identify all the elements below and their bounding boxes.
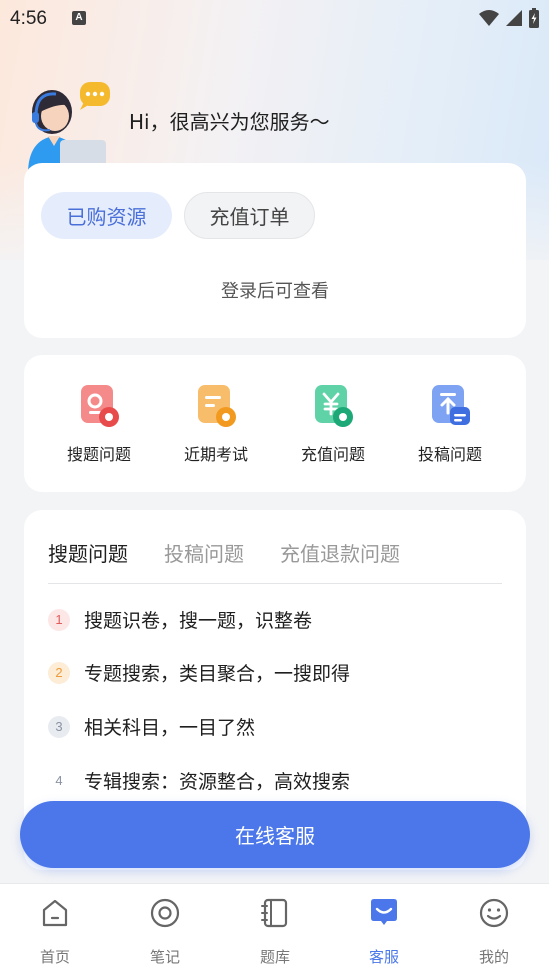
status-time: 4:56 bbox=[10, 8, 47, 29]
tab-submission-question[interactable]: 投稿问题 bbox=[164, 538, 244, 567]
faq-text: 专辑搜索：资源整合，高效搜索 bbox=[84, 771, 351, 793]
quick-label: 投稿问题 bbox=[417, 445, 482, 464]
nav-item-notes[interactable]: 笔记 bbox=[110, 896, 220, 967]
signal-icon bbox=[506, 10, 522, 26]
faq-rank-badge: 2 bbox=[48, 661, 70, 684]
nav-item-question-bank[interactable]: 题库 bbox=[220, 896, 330, 967]
tabs-divider bbox=[48, 583, 502, 584]
quick-search-question[interactable]: 搜题问题 bbox=[44, 385, 154, 465]
tab-purchased-resources[interactable]: 已购资源 bbox=[41, 192, 172, 239]
quick-actions-card: 搜题问题 近期考试 充值问题 投稿问题 bbox=[24, 355, 526, 492]
quick-recent-exams[interactable]: 近期考试 bbox=[161, 385, 271, 465]
nav-item-customer-service[interactable]: 客服 bbox=[329, 896, 439, 967]
faq-item[interactable]: 4 专辑搜索：资源整合，高效搜索 bbox=[48, 767, 350, 794]
quick-label: 搜题问题 bbox=[66, 445, 131, 464]
nav-label: 首页 bbox=[39, 948, 70, 966]
faq-item[interactable]: 3 相关科目，一目了然 bbox=[48, 713, 255, 740]
faq-text: 相关科目，一目了然 bbox=[84, 717, 256, 739]
login-hint: 登录后可查看 bbox=[221, 281, 329, 302]
nav-label: 客服 bbox=[368, 948, 399, 966]
faq-text: 专题搜索，类目聚合，一搜即得 bbox=[84, 663, 351, 685]
faq-rank-badge: 3 bbox=[48, 715, 70, 738]
nav-item-home[interactable]: 首页 bbox=[0, 896, 110, 967]
quick-submission[interactable]: 投稿问题 bbox=[395, 385, 505, 465]
nav-label: 题库 bbox=[259, 948, 290, 966]
yuan-recharge-icon bbox=[311, 385, 355, 429]
quick-label: 充值问题 bbox=[300, 445, 365, 464]
faq-item[interactable]: 2 专题搜索，类目聚合，一搜即得 bbox=[48, 659, 350, 686]
question-bank-icon bbox=[261, 898, 288, 928]
tab-recharge-orders[interactable]: 充值订单 bbox=[184, 192, 315, 239]
tab-refund-question[interactable]: 充值退款问题 bbox=[280, 538, 400, 567]
faq-item[interactable]: 1 搜题识卷，搜一题，识整卷 bbox=[48, 606, 312, 633]
nav-label: 笔记 bbox=[149, 948, 180, 966]
faq-text: 搜题识卷，搜一题，识整卷 bbox=[84, 610, 313, 632]
exam-icon bbox=[194, 385, 238, 429]
faq-tabs: 搜题问题 投稿问题 充值退款问题 bbox=[48, 538, 400, 567]
status-bar: 4:56 A bbox=[0, 0, 549, 36]
nav-item-profile[interactable]: 我的 bbox=[439, 896, 549, 967]
upload-icon bbox=[428, 385, 472, 429]
quick-recharge[interactable]: 充值问题 bbox=[278, 385, 388, 465]
quick-label: 近期考试 bbox=[183, 445, 248, 464]
notes-icon bbox=[150, 898, 180, 928]
profile-icon bbox=[479, 898, 509, 928]
faq-rank-badge: 1 bbox=[48, 608, 70, 631]
resources-card: 已购资源 充值订单 登录后可查看 bbox=[24, 163, 526, 338]
home-icon bbox=[42, 899, 68, 927]
notification-icon: A bbox=[72, 11, 86, 25]
status-icons bbox=[479, 8, 539, 28]
nav-label: 我的 bbox=[478, 948, 509, 966]
wifi-icon bbox=[479, 10, 499, 26]
customer-service-icon bbox=[371, 899, 397, 925]
greeting-text: Hi，很高兴为您服务～ bbox=[129, 110, 330, 134]
faq-rank-badge: 4 bbox=[55, 773, 63, 788]
tab-search-question[interactable]: 搜题问题 bbox=[48, 538, 128, 567]
bottom-nav: 首页 笔记 题库 客服 我的 bbox=[0, 883, 549, 976]
support-agent-avatar bbox=[22, 82, 112, 174]
battery-icon bbox=[529, 8, 539, 28]
search-question-icon bbox=[77, 385, 121, 429]
online-service-button[interactable]: 在线客服 bbox=[20, 801, 530, 868]
